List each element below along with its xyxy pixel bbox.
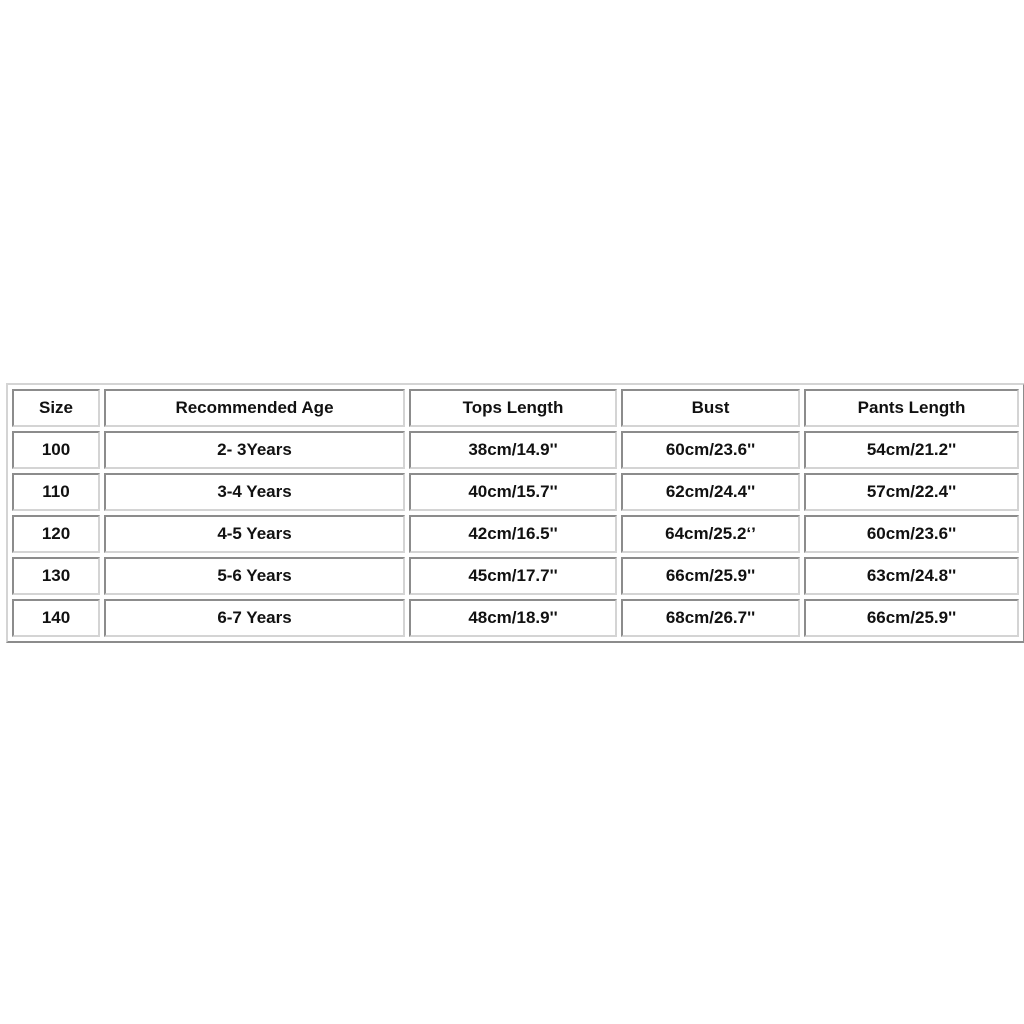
cell-age: 5-6 Years: [104, 557, 405, 595]
page: Size Recommended Age Tops Length Bust Pa…: [0, 0, 1024, 1024]
table-row: 140 6-7 Years 48cm/18.9'' 68cm/26.7'' 66…: [12, 599, 1019, 637]
cell-tops-length: 45cm/17.7'': [409, 557, 617, 595]
cell-pants-length: 54cm/21.2'': [804, 431, 1019, 469]
cell-age: 3-4 Years: [104, 473, 405, 511]
header-bust: Bust: [621, 389, 800, 427]
cell-pants-length: 63cm/24.8'': [804, 557, 1019, 595]
header-size: Size: [12, 389, 100, 427]
cell-age: 4-5 Years: [104, 515, 405, 553]
cell-size: 140: [12, 599, 100, 637]
cell-bust: 64cm/25.2‘’: [621, 515, 800, 553]
cell-pants-length: 60cm/23.6'': [804, 515, 1019, 553]
table-row: 120 4-5 Years 42cm/16.5'' 64cm/25.2‘’ 60…: [12, 515, 1019, 553]
cell-pants-length: 57cm/22.4'': [804, 473, 1019, 511]
cell-bust: 60cm/23.6'': [621, 431, 800, 469]
cell-age: 2- 3Years: [104, 431, 405, 469]
cell-size: 100: [12, 431, 100, 469]
cell-size: 120: [12, 515, 100, 553]
cell-size: 130: [12, 557, 100, 595]
header-pants-length: Pants Length: [804, 389, 1019, 427]
table-row: 130 5-6 Years 45cm/17.7'' 66cm/25.9'' 63…: [12, 557, 1019, 595]
cell-tops-length: 42cm/16.5'': [409, 515, 617, 553]
header-row: Size Recommended Age Tops Length Bust Pa…: [12, 389, 1019, 427]
cell-bust: 62cm/24.4'': [621, 473, 800, 511]
cell-pants-length: 66cm/25.9'': [804, 599, 1019, 637]
cell-tops-length: 48cm/18.9'': [409, 599, 617, 637]
cell-tops-length: 38cm/14.9'': [409, 431, 617, 469]
header-tops-length: Tops Length: [409, 389, 617, 427]
size-chart-table: Size Recommended Age Tops Length Bust Pa…: [6, 383, 1024, 643]
cell-bust: 66cm/25.9'': [621, 557, 800, 595]
table-row: 100 2- 3Years 38cm/14.9'' 60cm/23.6'' 54…: [12, 431, 1019, 469]
cell-tops-length: 40cm/15.7'': [409, 473, 617, 511]
cell-bust: 68cm/26.7'': [621, 599, 800, 637]
cell-size: 110: [12, 473, 100, 511]
table-row: 110 3-4 Years 40cm/15.7'' 62cm/24.4'' 57…: [12, 473, 1019, 511]
cell-age: 6-7 Years: [104, 599, 405, 637]
header-recommended-age: Recommended Age: [104, 389, 405, 427]
